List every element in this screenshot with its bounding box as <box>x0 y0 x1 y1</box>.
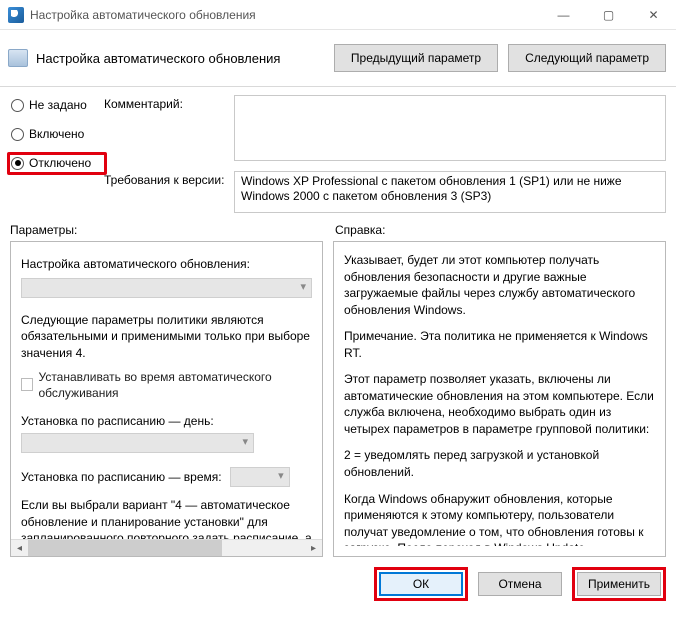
parameters-panel: Настройка автоматического обновления: Сл… <box>10 241 323 557</box>
minimize-button[interactable]: — <box>541 0 586 30</box>
help-paragraph: 2 = уведомлять перед загрузкой и установ… <box>344 447 655 480</box>
help-paragraph: Указывает, будет ли этот компьютер получ… <box>344 252 655 318</box>
update-mode-select[interactable] <box>21 278 312 298</box>
parameters-section-label: Параметры: <box>10 223 335 237</box>
radio-label: Включено <box>29 127 84 141</box>
dialog-footer: ОК Отмена Применить <box>0 557 676 601</box>
apply-button[interactable]: Применить <box>577 572 661 596</box>
close-button[interactable]: ✕ <box>631 0 676 30</box>
help-panel: Указывает, будет ли этот компьютер получ… <box>333 241 666 557</box>
maximize-button[interactable]: ▢ <box>586 0 631 30</box>
window-title: Настройка автоматического обновления <box>30 8 541 22</box>
titlebar: Настройка автоматического обновления — ▢… <box>0 0 676 30</box>
checkbox-icon <box>21 378 33 391</box>
scroll-right-icon[interactable]: ▸ <box>305 540 322 557</box>
help-section-label: Справка: <box>335 223 666 237</box>
scroll-left-icon[interactable]: ◂ <box>11 540 28 557</box>
policy-state-radios: Не задано Включено Отключено <box>10 95 104 213</box>
scheduled-day-label: Установка по расписанию — день: <box>21 413 312 429</box>
install-during-maintenance-checkbox[interactable]: Устанавливать во время автоматического о… <box>21 369 312 401</box>
policy-icon <box>8 49 28 67</box>
radio-disabled[interactable]: Отключено <box>10 155 102 171</box>
cancel-button[interactable]: Отмена <box>478 572 562 596</box>
comment-label: Комментарий: <box>104 95 234 111</box>
help-paragraph: Примечание. Эта политика не применяется … <box>344 328 655 361</box>
params-trailing-text: Если вы выбрали вариант "4 — автоматичес… <box>21 497 312 539</box>
scheduled-day-select[interactable] <box>21 433 254 453</box>
comment-textarea[interactable] <box>234 95 666 161</box>
radio-icon <box>11 99 24 112</box>
scheduled-time-label: Установка по расписанию — время: <box>21 469 222 485</box>
scheduled-time-select[interactable] <box>230 467 290 487</box>
next-setting-button[interactable]: Следующий параметр <box>508 44 666 72</box>
radio-label: Не задано <box>29 98 87 112</box>
radio-enabled[interactable]: Включено <box>10 126 104 142</box>
help-scroll[interactable]: Указывает, будет ли этот компьютер получ… <box>344 252 659 546</box>
horizontal-scrollbar[interactable]: ◂ ▸ <box>11 539 322 556</box>
params-note: Следующие параметры политики являются об… <box>21 312 312 361</box>
radio-icon <box>11 128 24 141</box>
help-paragraph: Когда Windows обнаружит обновления, кото… <box>344 491 655 546</box>
highlight-disabled-option: Отключено <box>7 152 107 175</box>
ok-button[interactable]: ОК <box>379 572 463 596</box>
previous-setting-button[interactable]: Предыдущий параметр <box>334 44 498 72</box>
scroll-track[interactable] <box>28 540 305 556</box>
params-heading: Настройка автоматического обновления: <box>21 256 312 272</box>
checkbox-label: Устанавливать во время автоматического о… <box>39 369 313 401</box>
requirements-label: Требования к версии: <box>104 171 234 187</box>
app-icon <box>8 7 24 23</box>
help-paragraph: Этот параметр позволяет указать, включен… <box>344 371 655 437</box>
radio-not-configured[interactable]: Не задано <box>10 97 104 113</box>
radio-icon <box>11 157 24 170</box>
policy-title: Настройка автоматического обновления <box>36 51 324 66</box>
requirements-box: Windows XP Professional с пакетом обновл… <box>234 171 666 213</box>
radio-label: Отключено <box>29 156 91 170</box>
policy-header: Настройка автоматического обновления Пре… <box>0 30 676 87</box>
scroll-thumb[interactable] <box>28 540 222 556</box>
highlight-apply-button: Применить <box>572 567 666 601</box>
highlight-ok-button: ОК <box>374 567 468 601</box>
